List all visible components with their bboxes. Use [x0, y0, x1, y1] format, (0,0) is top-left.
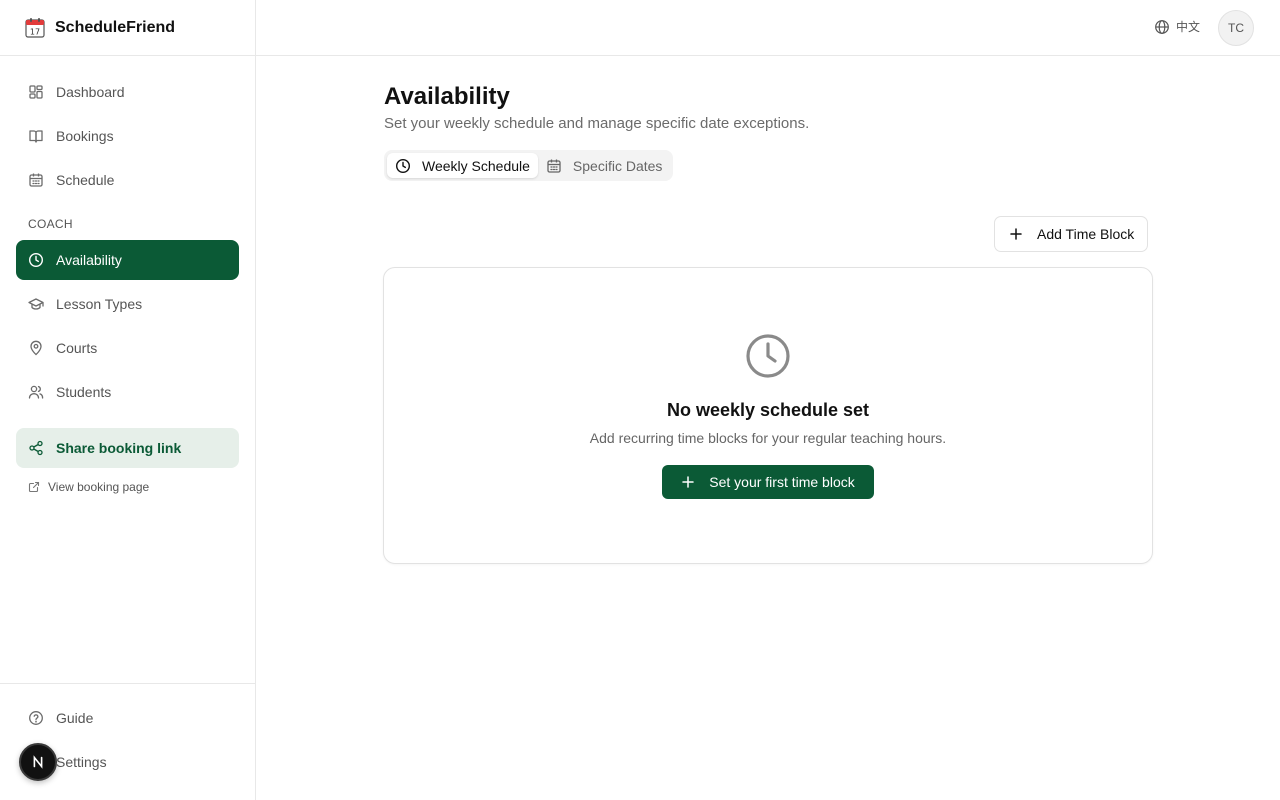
svg-text:17: 17 — [30, 27, 40, 36]
view-booking-page-label: View booking page — [48, 480, 150, 494]
sidebar-item-label: Settings — [56, 754, 107, 770]
dashboard-icon — [28, 84, 44, 100]
plus-icon — [1009, 227, 1023, 241]
set-first-time-block-button[interactable]: Set your first time block — [662, 465, 874, 499]
share-booking-link-label: Share booking link — [56, 440, 182, 456]
tab-label: Specific Dates — [572, 157, 663, 174]
plus-icon — [681, 475, 695, 489]
sidebar-item-label: Guide — [56, 710, 94, 726]
sidebar-item-label: Availability — [56, 252, 122, 268]
sidebar-item-dashboard[interactable]: Dashboard — [16, 72, 239, 112]
sidebar-item-label: Schedule — [56, 172, 115, 188]
avatar[interactable]: TC — [1218, 10, 1254, 46]
empty-state-title: No weekly schedule set — [666, 400, 870, 420]
share-icon — [28, 440, 44, 456]
sidebar: 17 ScheduleFriend Dashboard Bookings Sch… — [0, 0, 256, 800]
clock-icon — [395, 158, 411, 174]
main-content: Availability Set your weekly schedule an… — [383, 82, 1153, 564]
sidebar-bottom: Guide Settings — [0, 683, 255, 800]
add-time-block-button[interactable]: Add Time Block — [994, 216, 1149, 252]
avatar-initials: TC — [1228, 21, 1244, 35]
set-first-time-block-label: Set your first time block — [709, 474, 855, 490]
tab-weekly-schedule[interactable]: Weekly Schedule — [387, 153, 538, 178]
sidebar-item-availability[interactable]: Availability — [16, 240, 239, 280]
sidebar-item-label: Dashboard — [56, 84, 125, 100]
share-booking-link-button[interactable]: Share booking link — [16, 428, 239, 468]
brand-name: ScheduleFriend — [55, 18, 176, 36]
page-title: Availability — [384, 83, 510, 110]
dev-tools-badge-icon[interactable] — [19, 743, 57, 781]
sidebar-item-guide[interactable]: Guide — [16, 698, 239, 738]
calendar-icon — [546, 158, 562, 174]
calendar-emoji-icon: 17 — [24, 17, 46, 39]
sidebar-item-schedule[interactable]: Schedule — [16, 160, 239, 200]
sidebar-item-label: Bookings — [56, 128, 114, 144]
language-label: 中文 — [1175, 20, 1200, 34]
empty-state-description: Add recurring time blocks for your regul… — [589, 430, 947, 446]
tab-specific-dates[interactable]: Specific Dates — [538, 153, 670, 178]
sidebar-item-label: Lesson Types — [56, 296, 143, 312]
brand[interactable]: 17 ScheduleFriend — [0, 0, 255, 56]
toolbar: Add Time Block — [994, 216, 1149, 252]
empty-state-card: No weekly schedule set Add recurring tim… — [383, 267, 1153, 564]
sidebar-nav: Dashboard Bookings Schedule COACH Availa… — [0, 56, 255, 502]
sidebar-item-lesson-types[interactable]: Lesson Types — [16, 284, 239, 324]
language-switcher[interactable]: 中文 — [1154, 18, 1200, 35]
users-icon — [28, 384, 44, 400]
external-link-icon — [28, 481, 40, 493]
book-icon — [28, 128, 44, 144]
calendar-icon — [28, 172, 44, 188]
globe-icon — [1154, 19, 1170, 35]
sidebar-item-bookings[interactable]: Bookings — [16, 116, 239, 156]
page-subtitle: Set your weekly schedule and manage spec… — [384, 115, 810, 132]
map-pin-icon — [28, 340, 44, 356]
sidebar-item-label: Courts — [56, 340, 98, 356]
top-bar: 中文 TC — [256, 0, 1280, 56]
sidebar-item-label: Students — [56, 384, 112, 400]
section-label-coach: COACH — [28, 217, 73, 231]
help-circle-icon — [28, 710, 44, 726]
clock-icon — [745, 333, 791, 379]
sidebar-item-students[interactable]: Students — [16, 372, 239, 412]
availability-tabs: Weekly Schedule Specific Dates — [384, 150, 674, 181]
graduation-cap-icon — [28, 296, 44, 312]
add-time-block-label: Add Time Block — [1037, 226, 1135, 242]
clock-icon — [28, 252, 44, 268]
view-booking-page-link[interactable]: View booking page — [16, 472, 239, 502]
sidebar-item-courts[interactable]: Courts — [16, 328, 239, 368]
tab-label: Weekly Schedule — [422, 157, 530, 174]
